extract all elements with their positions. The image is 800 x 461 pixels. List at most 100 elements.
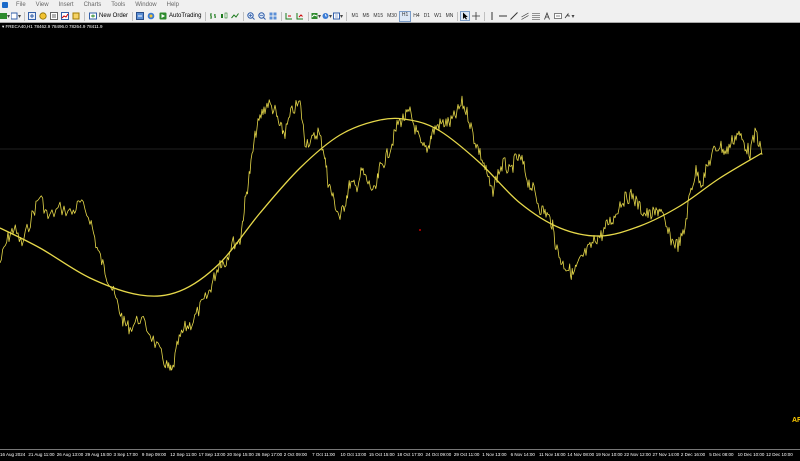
menu-file[interactable]: File — [11, 0, 31, 10]
time-axis-label: 12 Dec 10:00 — [766, 452, 793, 457]
channel-button[interactable] — [520, 11, 530, 21]
timeframe-m1[interactable]: M1 — [349, 12, 360, 21]
menu-window[interactable]: Window — [130, 0, 161, 10]
timeframe-h4[interactable]: H4 — [411, 12, 421, 21]
toolbar-separator — [346, 11, 348, 21]
menu-insert[interactable]: Insert — [54, 0, 79, 10]
time-axis-label: 16 Aug 2024 — [0, 452, 26, 457]
trendline-icon — [510, 12, 519, 20]
side-label: AR — [792, 417, 800, 424]
time-axis-label: 26 Aug 13:00 — [56, 452, 84, 457]
horizontal-line-button[interactable] — [498, 11, 508, 21]
autoscroll-button[interactable] — [295, 11, 305, 21]
timeframe-m15[interactable]: M15 — [371, 12, 385, 21]
new-order-icon — [89, 12, 97, 20]
templates-button[interactable] — [333, 11, 344, 21]
navigator-button[interactable] — [49, 11, 59, 21]
cursor-button[interactable] — [460, 11, 471, 21]
timeframe-h1[interactable]: H1 — [398, 10, 412, 22]
autotrading-label: AutoTrading — [169, 13, 202, 19]
signals-icon — [147, 12, 155, 20]
text-label-icon — [554, 13, 563, 19]
timeframe-d1[interactable]: D1 — [422, 12, 432, 21]
toolbar-separator — [132, 11, 134, 21]
time-axis-label: 7 Oct 11:00 — [312, 452, 335, 457]
timeframe-m5[interactable]: M5 — [360, 12, 371, 21]
tile-windows-icon — [269, 12, 277, 20]
autotrading-button[interactable]: AutoTrading — [157, 11, 203, 21]
text-label-button[interactable] — [553, 11, 563, 21]
terminal-button[interactable] — [60, 11, 70, 21]
time-axis-label: 24 Oct 09:00 — [425, 452, 452, 457]
navigator-icon — [50, 12, 58, 20]
timeframe-mn[interactable]: MN — [444, 12, 456, 21]
toolbar-separator — [243, 11, 245, 21]
profiles-icon — [11, 12, 21, 20]
timeframe-group: M1 M5 M15 M30 H1 H4 D1 W1 MN — [349, 10, 456, 22]
timeframe-w1[interactable]: W1 — [432, 12, 444, 21]
time-axis-label: 14 Nov 08:00 — [567, 452, 595, 457]
vertical-line-button[interactable] — [487, 11, 497, 21]
toolbar-separator — [205, 11, 207, 21]
menu-bar: File View Insert Charts Tools Window Hel… — [0, 0, 800, 10]
text-button[interactable] — [542, 11, 552, 21]
fibonacci-icon — [532, 13, 541, 20]
bar-chart-icon — [210, 13, 217, 19]
text-icon — [544, 12, 551, 20]
zoom-in-button[interactable] — [246, 11, 256, 21]
metaeditor-button[interactable] — [135, 11, 145, 21]
crosshair-button[interactable] — [471, 11, 481, 21]
time-axis-label: 1 Nov 13:00 — [482, 452, 507, 457]
chart-shift-button[interactable] — [284, 11, 294, 21]
tile-windows-button[interactable] — [268, 11, 278, 21]
time-axis-label: 9 Sep 09:00 — [141, 452, 167, 457]
timeframe-m30[interactable]: M30 — [385, 12, 399, 21]
clock-icon — [322, 13, 333, 19]
price-line — [0, 95, 763, 371]
menu-charts[interactable]: Charts — [79, 0, 107, 10]
fibonacci-button[interactable] — [531, 11, 541, 21]
arrows-button[interactable] — [564, 11, 575, 21]
candlestick-icon — [221, 12, 228, 19]
indicators-button[interactable] — [311, 11, 322, 21]
channel-icon — [521, 12, 530, 20]
new-chart-button[interactable] — [0, 11, 10, 21]
chart-symbol-header: ▾ FRECA40,H1 78462.9 78496.0 78264.9 784… — [2, 24, 103, 29]
zoom-out-icon — [258, 12, 267, 20]
data-window-icon — [39, 12, 47, 20]
strategy-tester-button[interactable] — [71, 11, 81, 21]
metaeditor-icon — [136, 12, 145, 20]
periods-button[interactable] — [322, 11, 333, 21]
menu-help[interactable]: Help — [162, 0, 184, 10]
zoom-out-button[interactable] — [257, 11, 267, 21]
trendline-button[interactable] — [509, 11, 519, 21]
signals-button[interactable] — [146, 11, 156, 21]
time-axis-label: 5 Dec 08:00 — [709, 452, 734, 457]
market-watch-button[interactable] — [27, 11, 37, 21]
time-axis-label: 21 Aug 11:00 — [28, 452, 55, 457]
crosshair-icon — [472, 12, 481, 20]
horizontal-line-icon — [499, 15, 508, 17]
new-order-button[interactable]: New Order — [87, 11, 130, 21]
profiles-button[interactable] — [11, 11, 21, 21]
chart-shift-icon — [285, 13, 293, 20]
time-axis-label: 29 Aug 15:00 — [85, 452, 112, 457]
time-axis-label: 11 Nov 16:00 — [539, 452, 566, 457]
time-axis-label: 22 Nov 12:00 — [624, 452, 651, 457]
zoom-in-icon — [247, 12, 256, 20]
candlestick-button[interactable] — [219, 11, 229, 21]
data-window-button[interactable] — [38, 11, 48, 21]
marker-dot — [419, 229, 421, 231]
line-chart-button[interactable] — [230, 11, 240, 21]
bar-chart-button[interactable] — [208, 11, 218, 21]
time-axis-label: 15 Oct 15:00 — [368, 452, 395, 457]
menu-view[interactable]: View — [31, 0, 54, 10]
time-axis-label: 10 Oct 13:00 — [340, 452, 367, 457]
toolbar-separator — [484, 11, 486, 21]
time-axis-label: 20 Sep 15:00 — [226, 452, 254, 457]
time-axis-label: 2 Dec 16:00 — [680, 452, 706, 457]
autotrading-icon — [159, 12, 167, 20]
toolbar-separator — [24, 11, 25, 21]
menu-tools[interactable]: Tools — [106, 0, 130, 10]
price-chart[interactable] — [0, 23, 800, 449]
